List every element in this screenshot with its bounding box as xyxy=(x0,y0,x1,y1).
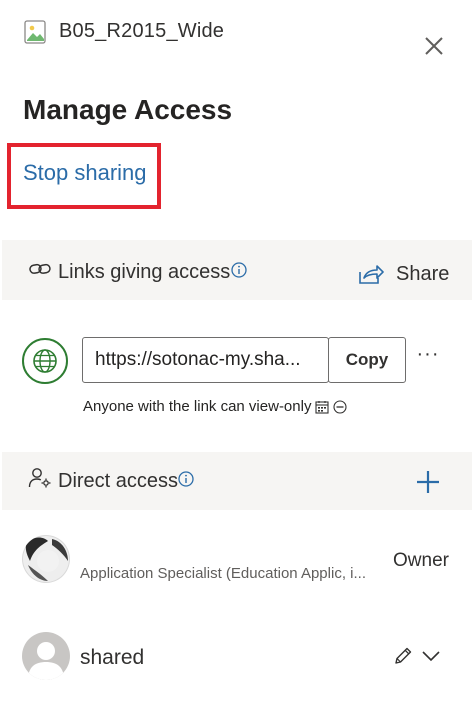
close-icon[interactable] xyxy=(420,32,448,60)
links-section-label: Links giving access xyxy=(58,261,231,283)
person-subtitle: Application Specialist (Education Applic… xyxy=(80,565,366,582)
avatar xyxy=(22,632,70,680)
people-settings-icon xyxy=(28,468,51,488)
share-label: Share xyxy=(396,262,450,285)
more-options-button[interactable]: ··· xyxy=(414,344,442,369)
copy-button[interactable]: Copy xyxy=(328,337,406,383)
image-file-icon xyxy=(24,20,46,44)
file-name: B05_R2015_Wide xyxy=(59,20,225,42)
add-people-button[interactable] xyxy=(414,468,442,496)
no-download-icon xyxy=(333,399,348,414)
stop-sharing-link[interactable]: Stop sharing xyxy=(23,160,147,186)
role-label: Owner xyxy=(393,550,449,571)
calendar-icon xyxy=(315,400,330,414)
link-url-field[interactable] xyxy=(82,337,329,383)
direct-access-label: Direct access xyxy=(58,470,179,492)
person-name: shared xyxy=(80,646,145,669)
link-icon xyxy=(29,263,51,274)
share-icon xyxy=(359,265,384,284)
link-permission-row: Anyone with the link can view-only xyxy=(83,398,348,415)
page-title: Manage Access xyxy=(23,94,233,125)
info-icon[interactable] xyxy=(231,262,247,278)
globe-icon xyxy=(22,338,68,384)
chevron-down-icon[interactable] xyxy=(421,648,441,664)
link-permission-text: Anyone with the link can view-only xyxy=(83,398,312,415)
share-button[interactable]: Share xyxy=(358,261,449,287)
avatar xyxy=(22,535,70,583)
pencil-icon[interactable] xyxy=(393,646,413,666)
info-icon[interactable] xyxy=(178,471,194,487)
